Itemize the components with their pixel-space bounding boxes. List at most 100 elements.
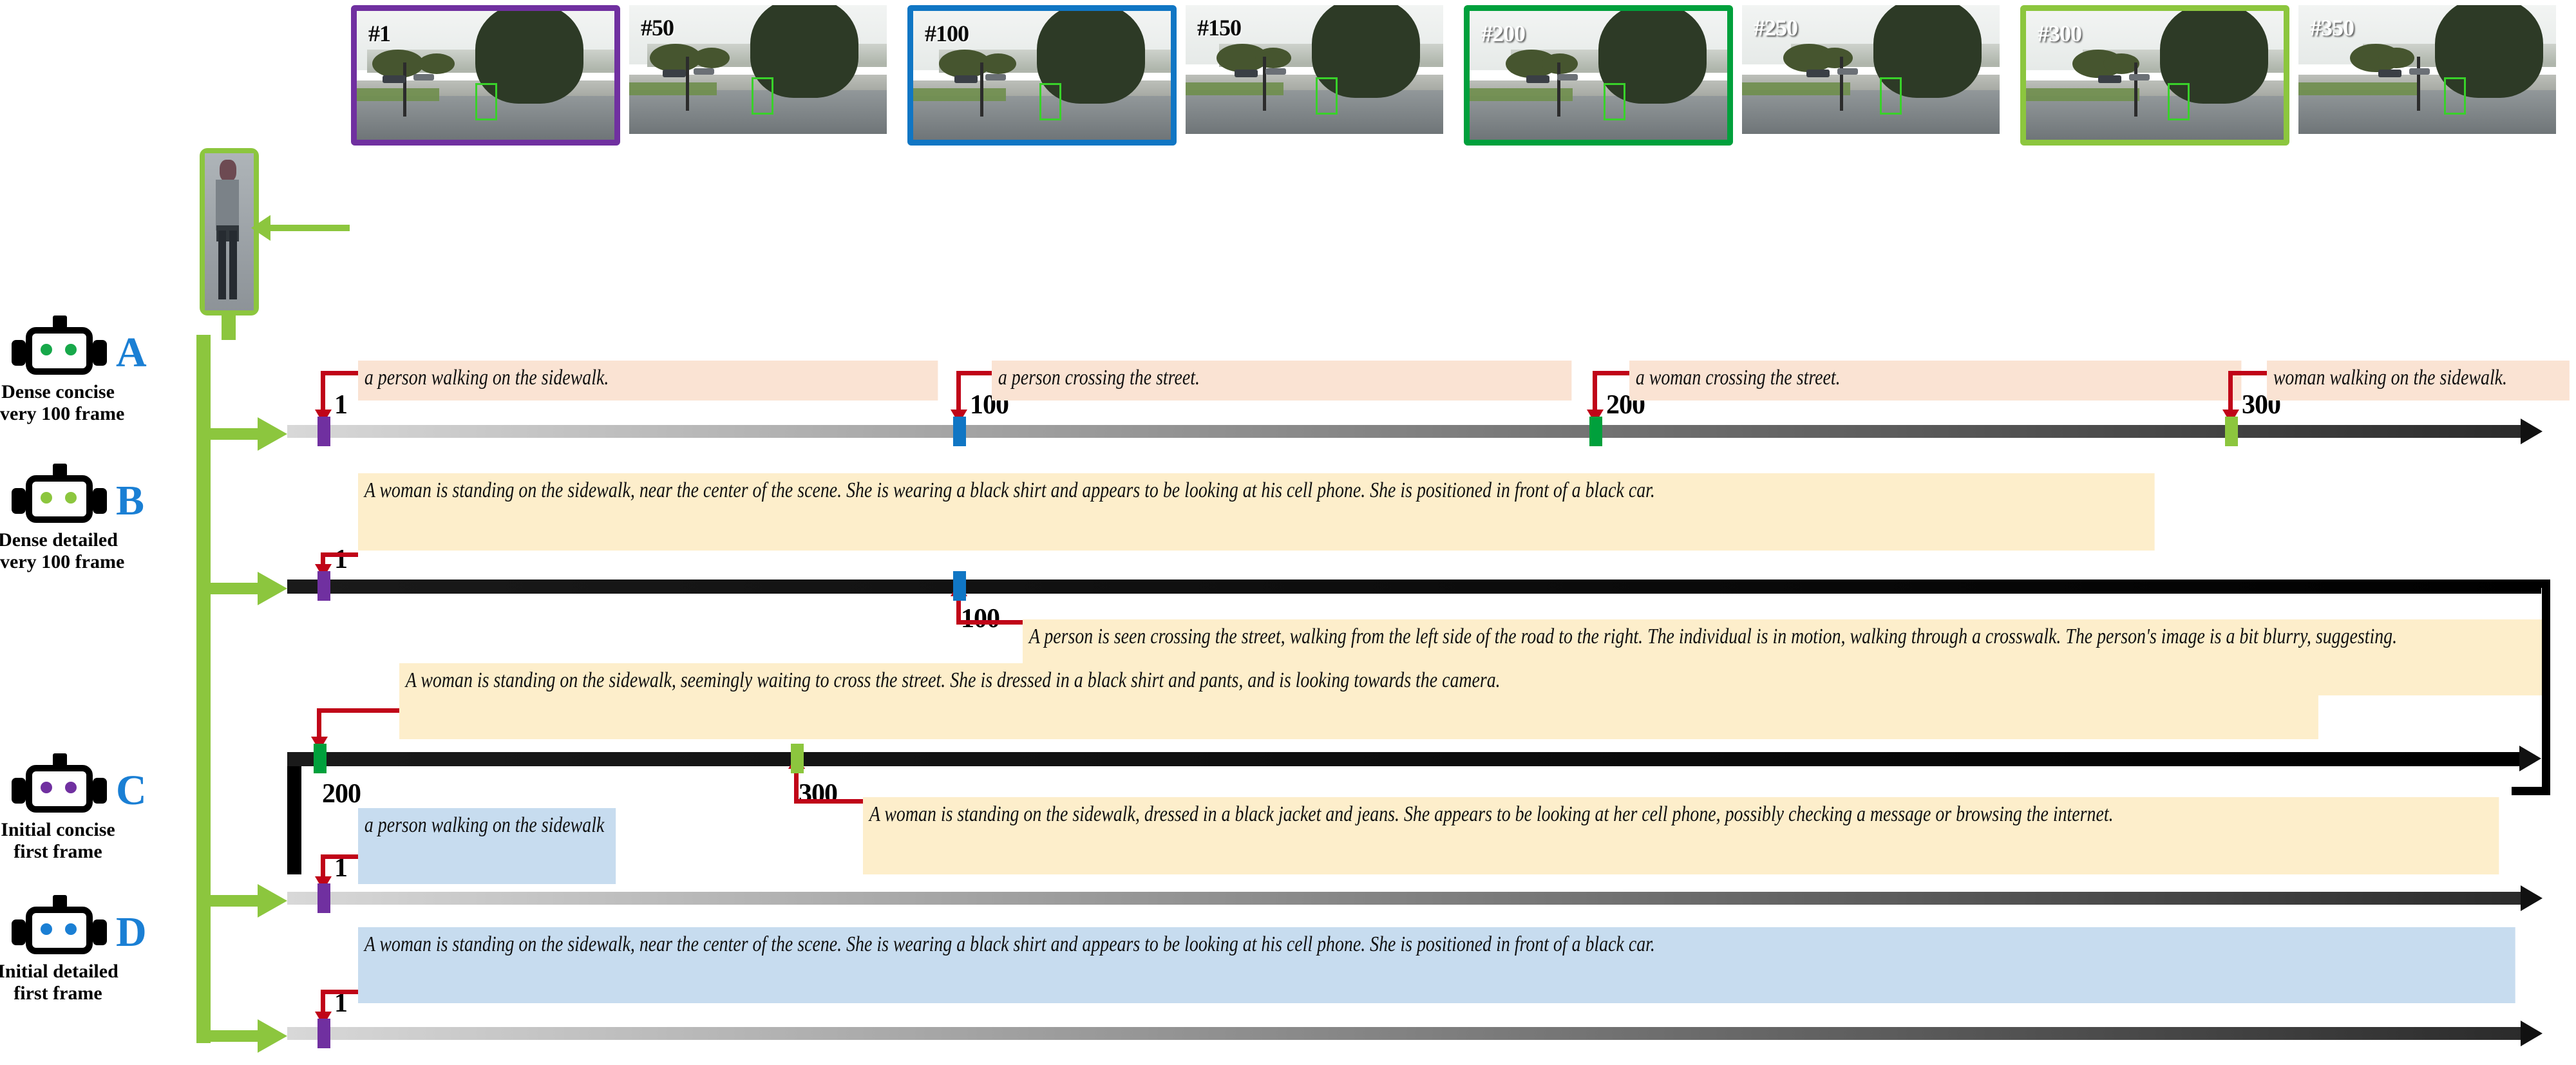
person-bounding-box xyxy=(1604,83,1625,120)
connector-line xyxy=(321,854,358,859)
connector-line xyxy=(1593,371,1597,412)
marker-number-a-0: 1 xyxy=(334,390,348,420)
connector-line xyxy=(321,990,358,994)
row-letter-b: B xyxy=(116,477,145,524)
robot-icon-b xyxy=(12,464,108,528)
frame-thumbnail-250[interactable]: #250 xyxy=(1742,5,2000,134)
crop-link-line xyxy=(269,225,350,231)
pipeline-feed-arrow-icon xyxy=(258,572,287,605)
timeline-wrap-b3 xyxy=(287,752,301,874)
caption-b-3: A woman is standing on the sidewalk, dre… xyxy=(863,797,2499,874)
timeline-track-c[interactable] xyxy=(287,892,2522,905)
pipeline-feed-line xyxy=(211,895,262,907)
caption-d-0: A woman is standing on the sidewalk, nea… xyxy=(358,927,2515,1003)
marker-number-b-2: 200 xyxy=(322,779,361,809)
frame-number-label: #150 xyxy=(1197,15,1242,41)
row-title-line2-d: first frame xyxy=(14,983,102,1004)
row-title-line2-c: first frame xyxy=(14,841,102,862)
caption-a-2: a woman crossing the street. xyxy=(1629,361,2241,401)
pipeline-feed-line xyxy=(211,428,262,440)
row-title-line1-a: Dense concise xyxy=(1,381,115,402)
frame-number-label: #1 xyxy=(368,21,391,46)
row-title-line1-c: Initial concise xyxy=(1,819,115,840)
timeline-arrow-icon xyxy=(2521,885,2543,911)
frame-number-label: #300 xyxy=(2038,21,2082,46)
timeline-marker-a-0[interactable] xyxy=(317,417,330,446)
person-crop-card xyxy=(200,148,259,316)
frame-thumbnail-200[interactable]: #200 xyxy=(1464,5,1733,146)
row-letter-d: D xyxy=(116,909,147,956)
person-bounding-box xyxy=(1316,77,1338,115)
timeline-track-a[interactable] xyxy=(287,425,2522,438)
connector-line xyxy=(321,371,325,412)
connector-line xyxy=(794,799,863,804)
pipeline-feed-line xyxy=(211,583,262,594)
connector-line xyxy=(956,371,992,375)
pipeline-feed-arrow-icon xyxy=(258,884,287,918)
timeline-marker-b-1[interactable] xyxy=(953,571,966,601)
person-bounding-box xyxy=(1880,77,1902,115)
frame-thumbnail-350[interactable]: #350 xyxy=(2298,5,2556,134)
timeline-arrow-icon xyxy=(2521,419,2543,444)
connector-line xyxy=(794,769,799,804)
frame-number-label: #200 xyxy=(1481,21,1526,46)
connector-line xyxy=(2228,371,2233,412)
timeline-marker-a-3[interactable] xyxy=(2225,417,2238,446)
connector-line xyxy=(956,620,1023,625)
frame-thumbnail-100[interactable]: #100 xyxy=(907,5,1177,146)
marker-number-b-0: 1 xyxy=(334,545,348,574)
person-bounding-box xyxy=(2168,83,2190,120)
robot-icon-c xyxy=(12,753,108,818)
frame-thumbnail-1[interactable]: #1 xyxy=(351,5,620,146)
connector-line xyxy=(1593,371,1629,375)
caption-b-2: A woman is standing on the sidewalk, see… xyxy=(399,663,2318,739)
spine-stub xyxy=(222,314,236,340)
row-letter-a: A xyxy=(116,329,147,376)
row-title-line2-a: every 100 frame xyxy=(0,403,125,424)
pipeline-feed-line xyxy=(211,1030,262,1042)
row-letter-c: C xyxy=(116,767,147,814)
connector-line xyxy=(2228,371,2267,375)
person-bounding-box xyxy=(2444,77,2466,115)
frame-number-label: #250 xyxy=(1754,15,1798,41)
frame-thumbnail-300[interactable]: #300 xyxy=(2020,5,2289,146)
caption-a-1: a person crossing the street. xyxy=(992,361,1571,401)
timeline-track-b-lower[interactable] xyxy=(287,752,2522,766)
connector-line xyxy=(956,371,961,412)
timeline-marker-b-2[interactable] xyxy=(314,744,327,773)
timeline-marker-b-0[interactable] xyxy=(317,571,330,601)
timeline-marker-c-0[interactable] xyxy=(317,883,330,913)
timeline-marker-a-1[interactable] xyxy=(953,417,966,446)
timeline-marker-d-0[interactable] xyxy=(317,1019,330,1048)
frame-number-label: #350 xyxy=(2310,15,2354,41)
connector-line xyxy=(321,371,358,375)
caption-c-0: a person walking on the sidewalk xyxy=(358,808,616,884)
frame-number-label: #50 xyxy=(641,15,674,41)
frame-thumbnail-150[interactable]: #150 xyxy=(1186,5,1443,134)
timeline-marker-a-2[interactable] xyxy=(1589,417,1602,446)
row-title-line2-b: every 100 frame xyxy=(0,551,125,572)
pipeline-feed-arrow-icon xyxy=(258,1019,287,1053)
frame-image xyxy=(357,11,614,140)
vertical-spine xyxy=(196,335,211,1043)
person-bounding-box xyxy=(752,77,773,115)
frame-thumbnail-50[interactable]: #50 xyxy=(629,5,887,134)
person-bounding-box xyxy=(1039,83,1061,120)
caption-a-0: a person walking on the sidewalk. xyxy=(358,361,938,401)
timeline-arrow-icon xyxy=(2521,1021,2543,1046)
row-title-line1-b: Dense detailed xyxy=(0,529,118,551)
marker-number-b-1: 100 xyxy=(961,604,1000,634)
caption-a-3: woman walking on the sidewalk. xyxy=(2267,361,2570,401)
timeline-track-b[interactable] xyxy=(287,580,2541,594)
robot-icon-a xyxy=(12,316,108,380)
connector-line xyxy=(321,552,358,557)
row-title-line1-d: Initial detailed xyxy=(0,961,118,982)
timeline-track-d[interactable] xyxy=(287,1027,2522,1040)
pipeline-feed-arrow-icon xyxy=(258,417,287,451)
timeline-marker-b-3[interactable] xyxy=(791,744,804,773)
connector-line xyxy=(317,708,399,713)
caption-b-0: A woman is standing on the sidewalk, nea… xyxy=(358,473,2155,551)
crop-link-arrow-icon xyxy=(251,215,270,241)
frame-number-label: #100 xyxy=(925,21,969,46)
robot-icon-d xyxy=(12,895,108,959)
